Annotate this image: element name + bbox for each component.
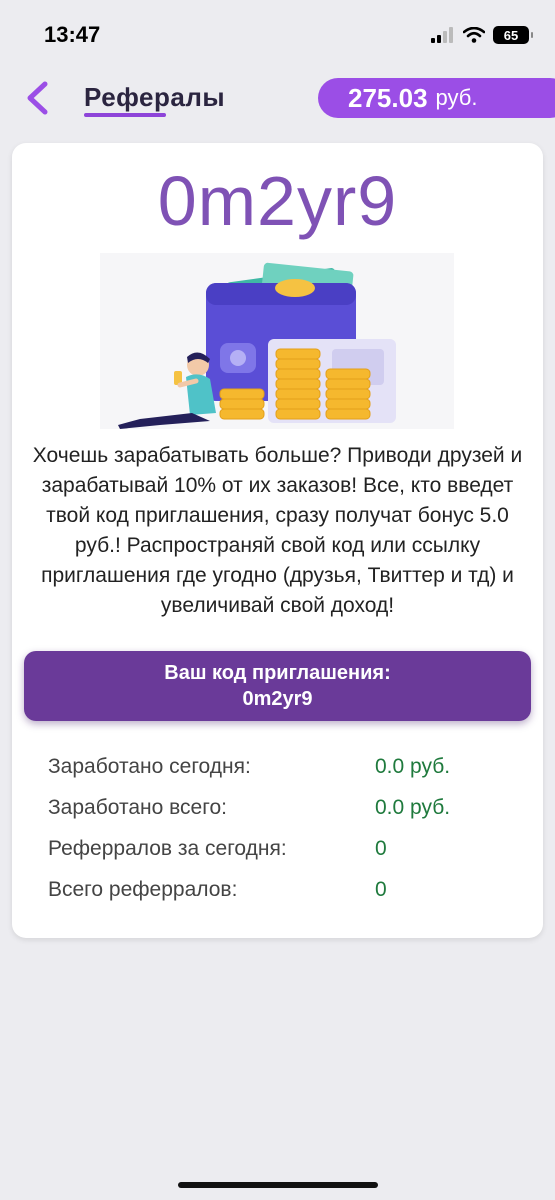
back-button[interactable]	[20, 78, 56, 118]
wallet-illustration-icon	[118, 262, 396, 429]
stat-row: Реферралов за сегодня: 0	[48, 829, 518, 870]
battery-icon: 65	[493, 26, 533, 44]
referral-description: Хочешь зарабатывать больше? Приводи друз…	[32, 444, 523, 617]
battery-level: 65	[503, 27, 519, 43]
balance-unit: руб.	[435, 85, 478, 110]
stat-label: Реферралов за сегодня:	[48, 837, 287, 860]
stat-label: Заработано всего:	[48, 796, 227, 819]
chevron-left-icon	[27, 81, 48, 115]
signal-icon	[431, 27, 453, 43]
header: Рефералы 275.03 руб.	[0, 70, 555, 130]
stat-value: 0.0 руб.	[375, 755, 451, 778]
home-indicator[interactable]	[178, 1182, 378, 1188]
balance-amount: 275.03	[348, 82, 428, 113]
referral-card: 0m2yr9 Хочешь зарабатывать больше? Приво…	[12, 143, 543, 938]
referral-code-display: 0m2yr9	[157, 162, 398, 240]
stat-value: 0	[375, 837, 387, 860]
stat-label: Всего реферралов:	[48, 878, 238, 901]
stat-row: Заработано сегодня: 0.0 руб.	[48, 747, 518, 788]
stat-value: 0.0 руб.	[375, 796, 451, 819]
title-underline	[84, 113, 166, 117]
wallet-coins-illustration	[100, 253, 454, 429]
status-bar: 13:47 65	[0, 0, 555, 70]
invite-code-value: 0m2yr9	[242, 688, 313, 710]
page-title: Рефералы	[84, 82, 226, 112]
stat-value: 0	[375, 878, 387, 901]
invite-code-button[interactable]: Ваш код приглашения: 0m2yr9	[24, 651, 531, 721]
status-time: 13:47	[44, 22, 101, 47]
status-icons: 65	[431, 24, 533, 46]
stat-row: Всего реферралов: 0	[48, 870, 518, 911]
stat-row: Заработано всего: 0.0 руб.	[48, 788, 518, 829]
invite-code-label: Ваш код приглашения:	[164, 662, 391, 684]
referral-stats: Заработано сегодня: 0.0 руб. Заработано …	[48, 747, 518, 911]
wifi-icon	[463, 27, 485, 43]
balance-badge: 275.03 руб.	[318, 78, 555, 118]
stat-label: Заработано сегодня:	[48, 755, 251, 778]
